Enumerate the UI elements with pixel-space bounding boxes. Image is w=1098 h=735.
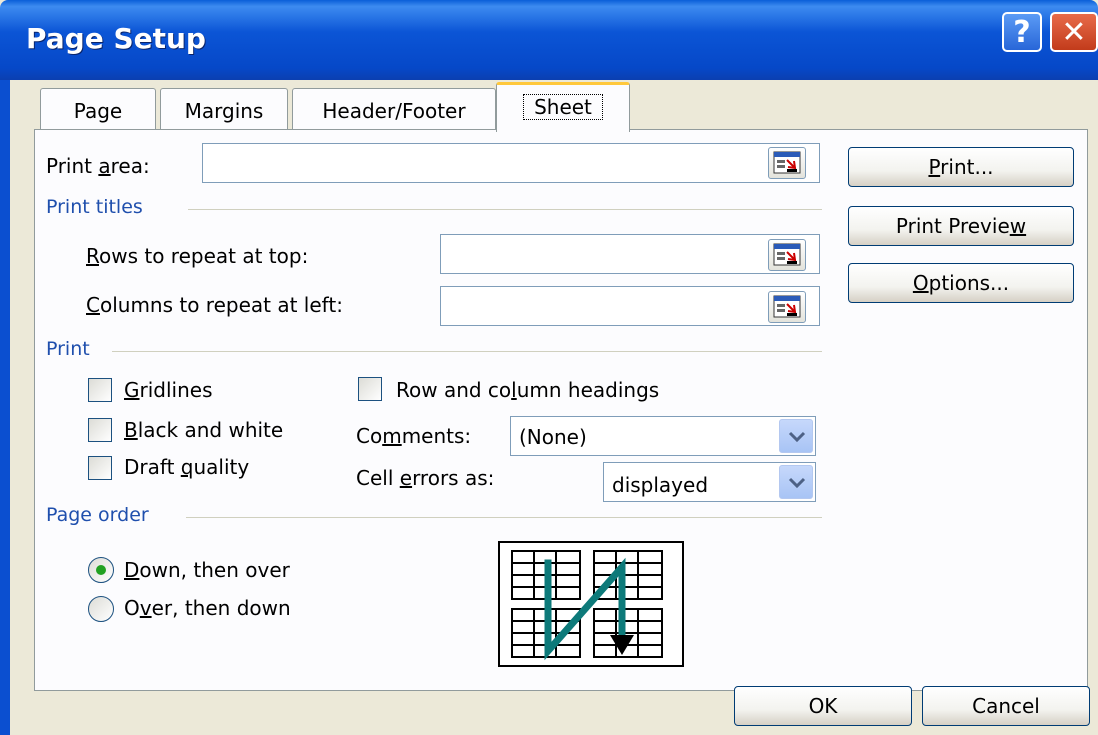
print-section: Print <box>46 338 90 360</box>
window-border <box>0 80 10 735</box>
help-button[interactable]: ? <box>1002 12 1042 52</box>
chevron-down-icon[interactable] <box>779 419 813 453</box>
page-setup-dialog: Page Setup ? ✕ Page Margins Header/Foote… <box>0 0 1098 735</box>
section-divider <box>188 209 822 210</box>
black-white-label: Black and white <box>124 418 284 442</box>
tab-margins[interactable]: Margins <box>160 88 288 130</box>
comments-label: Comments: <box>356 424 472 448</box>
cancel-button[interactable]: Cancel <box>922 686 1090 726</box>
comments-select[interactable]: (None) <box>510 416 816 456</box>
tab-page[interactable]: Page <box>40 88 156 130</box>
close-button[interactable]: ✕ <box>1050 12 1098 52</box>
columns-repeat-label: Columns to repeat at left: <box>86 293 343 317</box>
draft-quality-checkbox[interactable] <box>88 456 112 480</box>
title-bar[interactable]: Page Setup ? ✕ <box>0 0 1098 80</box>
row-column-headings-checkbox[interactable] <box>358 377 382 401</box>
collapse-dialog-icon <box>773 295 801 318</box>
down-then-over-label: Down, then over <box>124 558 290 582</box>
tab-sheet[interactable]: Sheet <box>496 82 630 132</box>
rows-repeat-input[interactable] <box>440 234 820 274</box>
section-divider <box>112 351 822 352</box>
comments-select-value: (None) <box>519 425 587 449</box>
collapse-dialog-icon <box>773 151 801 174</box>
print-area-collapse-button[interactable] <box>768 147 806 179</box>
columns-repeat-collapse-button[interactable] <box>768 291 806 323</box>
print-titles-section: Print titles <box>46 196 143 218</box>
gridlines-label: Gridlines <box>124 378 213 402</box>
dialog-title: Page Setup <box>26 22 206 55</box>
draft-quality-label: Draft quality <box>124 455 250 479</box>
options-button[interactable]: Options... <box>848 263 1074 303</box>
page-order-preview-icon <box>498 541 684 667</box>
print-preview-button[interactable]: Print Preview <box>848 206 1074 246</box>
ok-button[interactable]: OK <box>734 686 912 726</box>
section-divider <box>186 517 822 518</box>
over-then-down-label: Over, then down <box>124 596 291 620</box>
black-white-checkbox[interactable] <box>88 418 112 442</box>
gridlines-checkbox[interactable] <box>88 378 112 402</box>
over-then-down-radio[interactable] <box>88 596 114 622</box>
print-area-input[interactable] <box>202 143 820 183</box>
cell-errors-label: Cell errors as: <box>356 466 495 490</box>
down-then-over-radio[interactable] <box>88 557 114 583</box>
print-button[interactable]: Print... <box>848 147 1074 187</box>
rows-repeat-label: Rows to repeat at top: <box>86 244 309 268</box>
cell-errors-select[interactable]: displayed <box>603 462 816 502</box>
print-area-label: Print area: <box>46 154 150 178</box>
collapse-dialog-icon <box>773 243 801 266</box>
columns-repeat-input[interactable] <box>440 286 820 326</box>
cell-errors-select-value: displayed <box>612 473 709 497</box>
tab-sheet-label: Sheet <box>523 94 603 120</box>
chevron-down-icon[interactable] <box>779 465 813 499</box>
rows-repeat-collapse-button[interactable] <box>768 239 806 271</box>
tab-header-footer[interactable]: Header/Footer <box>292 88 496 130</box>
page-order-section: Page order <box>46 504 149 526</box>
row-column-headings-label: Row and column headings <box>396 378 660 402</box>
